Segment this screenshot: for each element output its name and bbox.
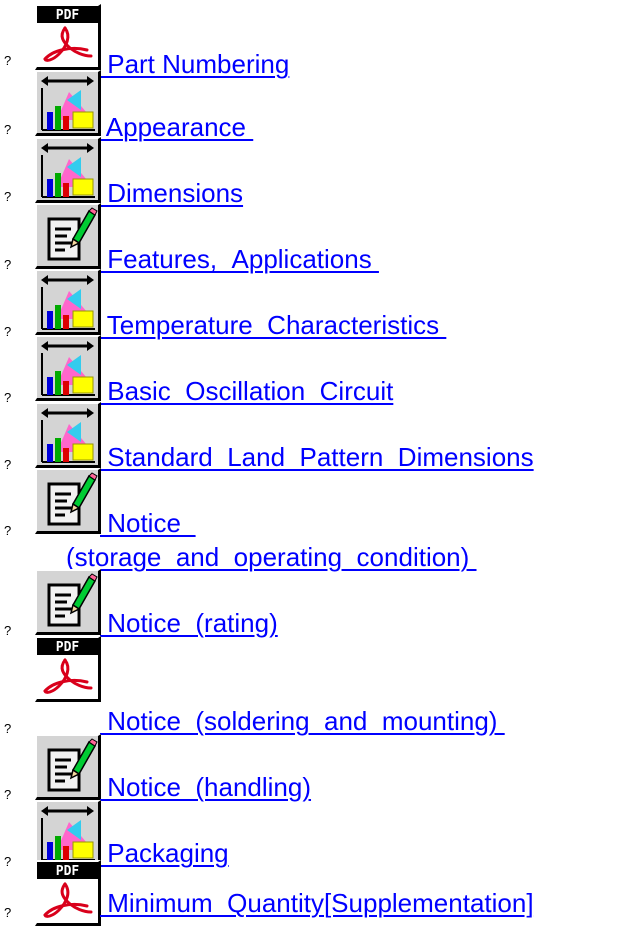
notice-storage-link-line2[interactable]: (storage_and_operating_condition) (66, 542, 477, 572)
notice-handling-link[interactable]: Notice_(handling) (100, 772, 311, 802)
packaging-link[interactable]: Packaging (100, 838, 228, 868)
chart-icon[interactable] (35, 137, 101, 203)
chart-icon[interactable] (35, 402, 101, 468)
notice-rating-link[interactable]: Notice_(rating) (100, 608, 278, 638)
bullet: ? (4, 324, 12, 339)
bullet: ? (4, 390, 12, 405)
dimensions-link[interactable]: Dimensions (100, 178, 243, 208)
chart-icon[interactable] (35, 335, 101, 401)
bullet: ? (4, 854, 12, 869)
bullet: ? (4, 257, 12, 272)
chart-icon[interactable] (35, 70, 101, 136)
pdf-icon-text: PDF (56, 864, 80, 879)
basic-oscillation-circuit-link[interactable]: Basic_Oscillation_Circuit (100, 376, 393, 406)
part-numbering-link[interactable]: Part Numbering (100, 49, 289, 79)
document-icon[interactable] (35, 569, 101, 635)
bullet: ? (4, 523, 12, 538)
minimum-quantity-link[interactable]: Minimum_Quantity[Supplementation] (100, 888, 533, 918)
bullet: ? (4, 189, 12, 204)
temperature-characteristics-link[interactable]: Temperature_Characteristics (100, 310, 446, 340)
bullet: ? (4, 721, 12, 736)
pdf-icon[interactable]: PDF (35, 636, 101, 702)
pdf-icon[interactable]: PDF (35, 860, 101, 926)
bullet: ? (4, 457, 12, 472)
chart-icon[interactable] (35, 800, 101, 866)
chart-icon[interactable] (35, 269, 101, 335)
pdf-icon-text: PDF (56, 640, 80, 655)
bullet: ? (4, 623, 12, 638)
pdf-icon[interactable]: PDF (35, 4, 101, 70)
bullet: ? (4, 53, 12, 68)
standard-land-pattern-dimensions-link[interactable]: Standard_Land_Pattern_Dimensions (100, 442, 533, 472)
bullet: ? (4, 122, 12, 137)
bullet: ? (4, 787, 12, 802)
document-icon[interactable] (35, 468, 101, 534)
features-applications-link[interactable]: Features,_Applications (100, 244, 379, 274)
document-icon[interactable] (35, 203, 101, 269)
appearance-link[interactable]: Appearance (100, 112, 253, 142)
document-icon[interactable] (35, 734, 101, 800)
bullet: ? (4, 905, 12, 920)
notice-soldering-link[interactable]: Notice_(soldering_and_mounting) (100, 706, 505, 736)
pdf-icon-text: PDF (56, 8, 80, 23)
notice-storage-link[interactable]: Notice_ (100, 508, 195, 538)
